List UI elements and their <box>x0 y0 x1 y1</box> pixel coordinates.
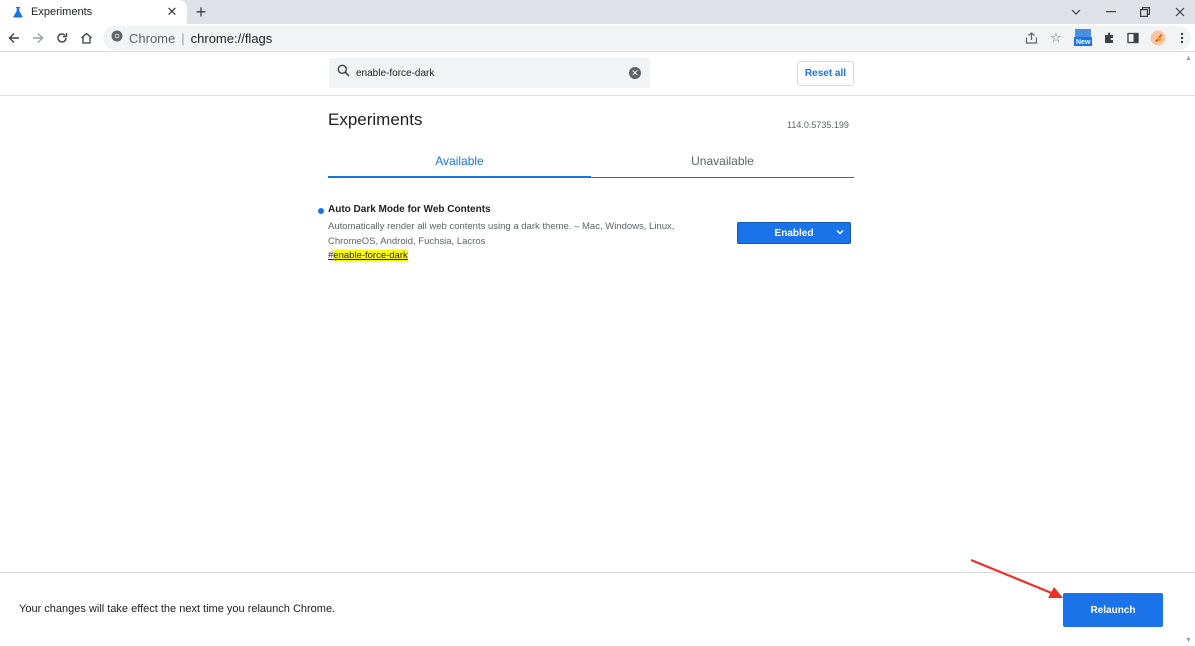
restore-icon[interactable] <box>1128 0 1162 24</box>
minimize-icon[interactable] <box>1094 0 1128 24</box>
search-icon <box>337 64 350 82</box>
chrome-logo-icon <box>111 29 123 47</box>
browser-toolbar: Chrome | chrome://flags ☆ New <box>0 24 1195 52</box>
puzzle-extensions-icon[interactable] <box>1099 28 1119 48</box>
forward-arrow-icon[interactable] <box>28 28 48 48</box>
flags-search-header: enable-force-dark ✕ Reset all <box>0 53 1195 96</box>
browser-tab-experiments[interactable]: Experiments ✕ <box>0 0 187 24</box>
tab-title: Experiments <box>31 6 93 18</box>
page-scrollbar[interactable]: ▲ ▼ <box>1183 53 1195 646</box>
new-badge-text: New <box>1076 39 1091 46</box>
flag-permalink[interactable]: #enable-force-dark <box>328 250 408 261</box>
tab-unavailable[interactable]: Unavailable <box>591 145 854 177</box>
tab-strip: Experiments ✕ + <box>0 0 1195 24</box>
bookmark-star-icon[interactable]: ☆ <box>1046 28 1066 48</box>
tab-available[interactable]: Available <box>328 145 591 178</box>
share-icon[interactable] <box>1021 28 1041 48</box>
close-icon[interactable] <box>1163 0 1195 24</box>
flag-anchor-highlight: enable-force-dark <box>333 250 408 261</box>
side-panel-icon[interactable] <box>1123 28 1143 48</box>
flag-entry: Auto Dark Mode for Web Contents Automati… <box>318 204 858 268</box>
modified-indicator-dot <box>318 208 324 214</box>
search-value: enable-force-dark <box>356 67 435 79</box>
reset-all-button[interactable]: Reset all <box>797 61 854 86</box>
flask-icon <box>12 6 24 18</box>
relaunch-button[interactable]: Relaunch <box>1063 593 1163 627</box>
flag-description: Automatically render all web contents us… <box>328 221 675 247</box>
omnibox-separator: | <box>181 30 185 46</box>
flags-search-input[interactable]: enable-force-dark ✕ <box>329 58 650 88</box>
reload-icon[interactable] <box>52 28 72 48</box>
scroll-up-arrow-icon[interactable]: ▲ <box>1185 55 1192 62</box>
clear-search-icon[interactable]: ✕ <box>629 67 641 79</box>
chevron-down-icon <box>836 227 844 237</box>
chevron-down-icon[interactable] <box>1059 0 1093 24</box>
more-menu-icon[interactable] <box>1172 28 1192 48</box>
flag-state-select[interactable]: Enabled <box>737 222 851 244</box>
flag-name: Auto Dark Mode for Web Contents <box>328 204 491 215</box>
profile-avatar-icon[interactable] <box>1148 28 1168 48</box>
relaunch-message: Your changes will take effect the next t… <box>19 603 336 615</box>
page-title: Experiments <box>328 110 423 129</box>
selected-option: Enabled <box>774 227 814 239</box>
site-label: Chrome <box>129 30 176 46</box>
flags-tabs: Available Unavailable <box>328 145 854 178</box>
annotation-arrow-icon <box>970 558 1063 598</box>
home-icon[interactable] <box>76 28 96 48</box>
tab-close-icon[interactable]: ✕ <box>163 3 181 21</box>
new-badge-extension-icon[interactable]: New <box>1073 28 1093 48</box>
back-arrow-icon[interactable] <box>4 28 24 48</box>
version-number: 114.0.5735.199 <box>787 120 849 130</box>
url-text: chrome://flags <box>190 30 273 46</box>
scroll-down-arrow-icon[interactable]: ▼ <box>1185 637 1192 644</box>
plus-icon[interactable]: + <box>191 2 211 22</box>
